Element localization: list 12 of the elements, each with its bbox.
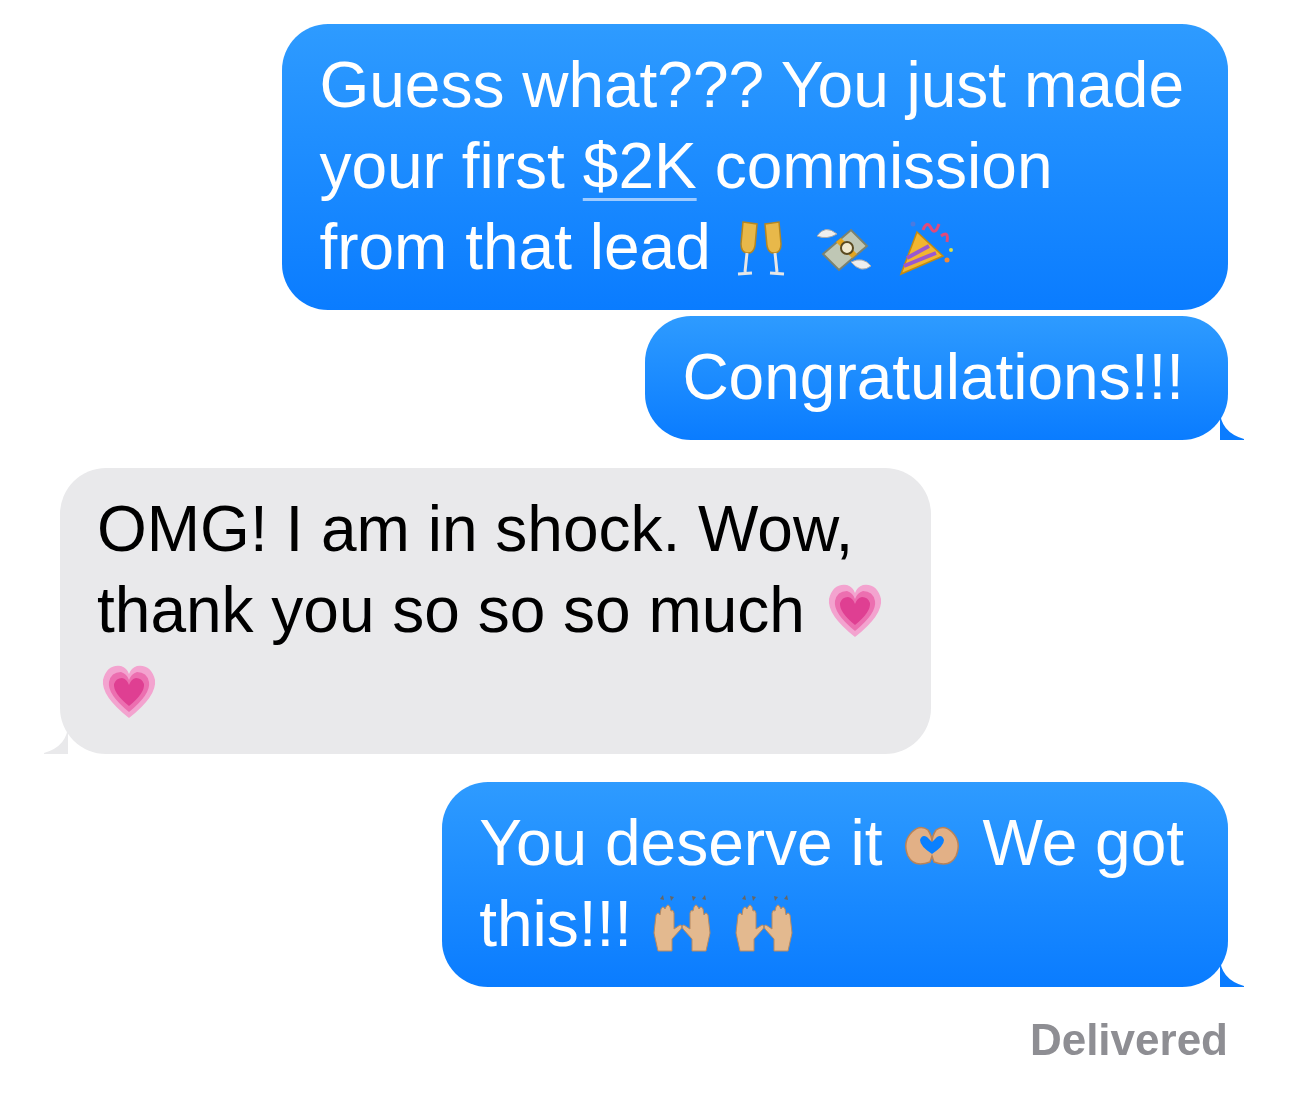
message-text: commission bbox=[714, 129, 1053, 204]
message-text: OMG! I am in shock. Wow, bbox=[97, 492, 854, 567]
message-text: from that lead bbox=[319, 210, 711, 285]
message-text: Congratulations!!! bbox=[682, 340, 1184, 415]
link[interactable]: $2K bbox=[582, 126, 697, 207]
message-text: Guess what??? You just made bbox=[319, 48, 1184, 123]
message-text: We got bbox=[982, 806, 1184, 881]
delivery-status: Delivered bbox=[1029, 1015, 1228, 1065]
message-text: You deserve it bbox=[479, 806, 883, 881]
message-text: thank you so so so much bbox=[97, 573, 805, 648]
message-text: this!!! bbox=[479, 887, 633, 962]
message-text: your first bbox=[319, 129, 565, 204]
